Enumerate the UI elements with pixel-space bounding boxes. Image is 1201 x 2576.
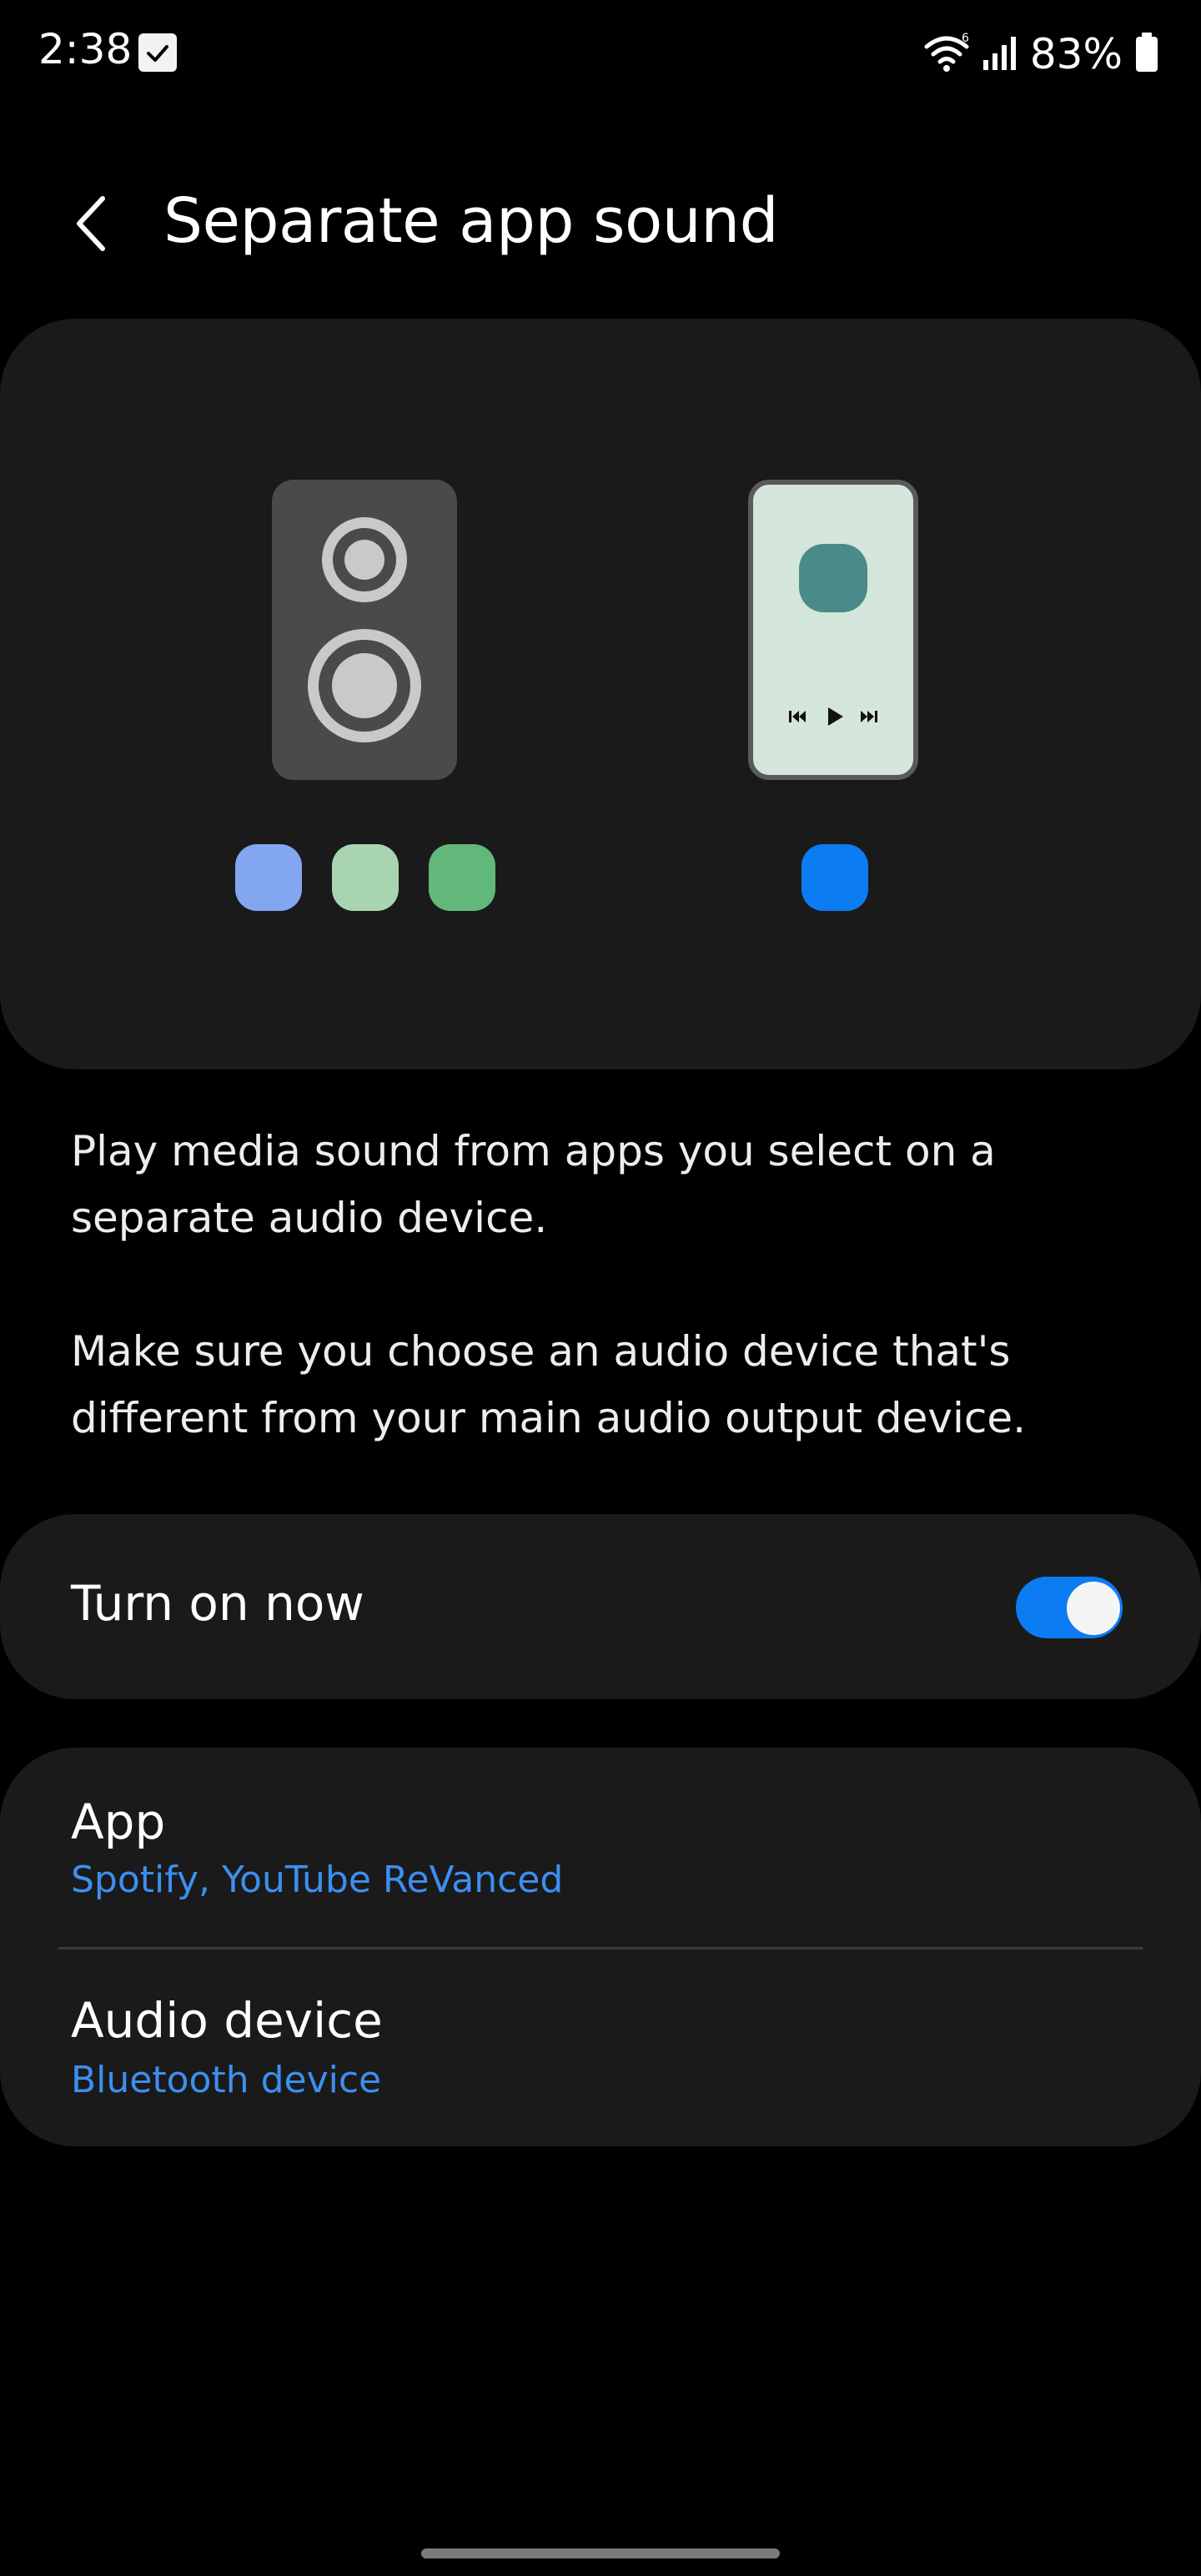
status-time: 2:38 xyxy=(38,25,133,73)
battery-icon xyxy=(1134,33,1159,76)
page-title: Separate app sound xyxy=(163,185,779,257)
description-paragraph-2: Make sure you choose an audio device tha… xyxy=(71,1327,1027,1442)
phone-icon xyxy=(748,480,918,780)
divider xyxy=(58,1947,1143,1950)
signal-icon xyxy=(982,33,1018,75)
separate-sound-illustration xyxy=(235,480,918,911)
speaker-icon xyxy=(272,480,457,780)
app-dot-blue xyxy=(235,844,302,911)
home-indicator[interactable] xyxy=(421,2548,780,2558)
illustration-card xyxy=(0,319,1201,1069)
phone-dot-blue xyxy=(802,844,868,911)
switch-knob xyxy=(1064,1579,1123,1638)
app-setting-value[interactable]: Spotify, YouTube ReVanced xyxy=(71,1859,563,1901)
audio-device-setting-value[interactable]: Bluetooth device xyxy=(71,2059,381,2101)
wifi-icon: 6 xyxy=(923,32,970,77)
turn-on-now-label: Turn on now xyxy=(71,1575,364,1632)
app-dot-green xyxy=(429,844,495,911)
description-paragraph-1: Play media sound from apps you select on… xyxy=(71,1127,996,1242)
status-icons: 6 83% xyxy=(923,25,1159,83)
chevron-left-icon xyxy=(71,190,113,260)
app-dot-mint xyxy=(332,844,399,911)
app-setting-title[interactable]: App xyxy=(71,1794,165,1850)
check-notification-icon xyxy=(138,33,177,72)
back-button[interactable] xyxy=(58,184,125,267)
svg-text:6: 6 xyxy=(962,32,969,45)
battery-percent: 83% xyxy=(1029,30,1123,78)
audio-device-setting-title[interactable]: Audio device xyxy=(71,1992,383,2049)
